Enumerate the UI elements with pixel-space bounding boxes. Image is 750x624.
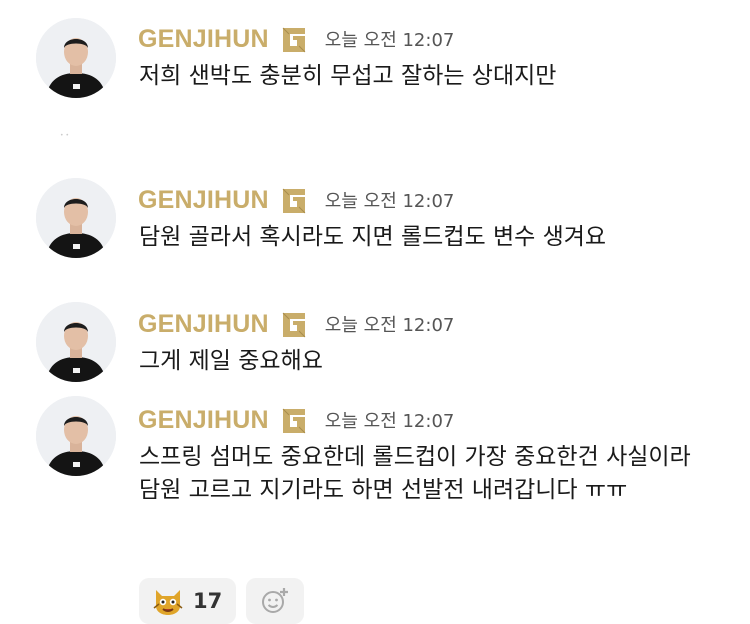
- add-reaction-button[interactable]: [246, 578, 305, 624]
- reaction-button[interactable]: 17: [139, 578, 237, 624]
- timestamp: 오늘 오전 12:07: [324, 315, 455, 336]
- message-header: GENJIHUN 오늘 오전 12:07: [138, 308, 454, 340]
- user-avatar-icon: [36, 18, 116, 98]
- author-name[interactable]: GENJIHUN: [138, 406, 269, 435]
- timestamp: 오늘 오전 12:07: [324, 411, 455, 432]
- user-avatar-icon: [36, 396, 116, 476]
- timestamp: 오늘 오전 12:07: [324, 30, 455, 51]
- gen-g-logo-icon: [282, 188, 306, 214]
- gen-g-logo-icon: [282, 408, 306, 434]
- message-text: 담원 골라서 혹시라도 지면 롤드컵도 변수 생겨요: [139, 224, 607, 250]
- author-name[interactable]: GENJIHUN: [138, 186, 269, 215]
- gen-g-logo-icon: [282, 312, 306, 338]
- user-avatar-icon: [36, 302, 116, 382]
- message-text: 그게 제일 중요해요: [139, 348, 323, 374]
- message-header: GENJIHUN 오늘 오전 12:07: [138, 23, 454, 55]
- divider-dots: • •: [60, 132, 69, 139]
- avatar[interactable]: [36, 178, 116, 258]
- message-text: 저희 샌박도 충분히 무섭고 잘하는 상대지만: [139, 63, 557, 89]
- author-name[interactable]: GENJIHUN: [138, 25, 269, 54]
- timestamp: 오늘 오전 12:07: [324, 191, 455, 212]
- reaction-bar: 17: [139, 578, 305, 624]
- add-reaction-icon: [262, 588, 289, 613]
- avatar[interactable]: [36, 18, 116, 98]
- avatar[interactable]: [36, 396, 116, 476]
- avatar[interactable]: [36, 302, 116, 382]
- gen-g-logo-icon: [282, 27, 306, 53]
- cat-emoji-icon: [153, 590, 183, 615]
- message-header: GENJIHUN 오늘 오전 12:07: [138, 184, 454, 216]
- user-avatar-icon: [36, 178, 116, 258]
- message-header: GENJIHUN 오늘 오전 12:07: [138, 404, 454, 436]
- reaction-count: 17: [193, 589, 223, 613]
- message-text: 스프링 섬머도 중요한데 롤드컵이 가장 중요한건 사실이라 담원 고르고 지기…: [139, 444, 691, 503]
- author-name[interactable]: GENJIHUN: [138, 310, 269, 339]
